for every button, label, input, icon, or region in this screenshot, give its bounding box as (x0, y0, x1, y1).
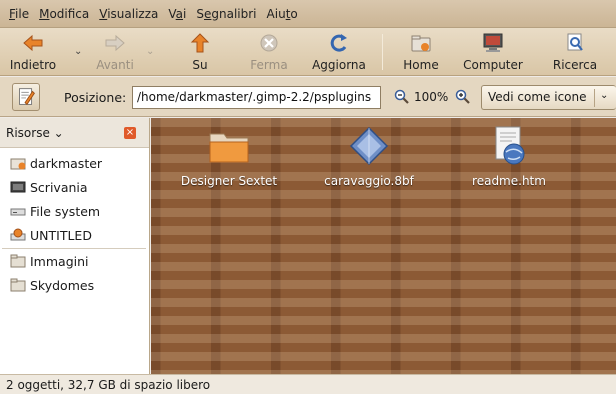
sidebar-header: Risorse ⌄ × (0, 118, 149, 148)
folder-icon (10, 278, 26, 292)
sidebar-item-file-system[interactable]: File system (10, 202, 100, 220)
home-folder-icon (411, 35, 431, 52)
stop-button[interactable]: Ferma (247, 32, 291, 72)
toolbar-separator (382, 34, 383, 70)
location-bar: Posizione: /home/darkmaster/.gimp-2.2/ps… (0, 77, 616, 117)
forward-arrow-icon (105, 34, 125, 52)
sidebar-item-scrivania[interactable]: Scrivania (10, 178, 88, 196)
back-arrow-icon (23, 34, 43, 52)
menubar: File Modifica Visualizza Vai Segnalibri … (0, 0, 616, 28)
forward-button[interactable]: Avanti (90, 32, 140, 72)
sidebar-item-skydomes[interactable]: Skydomes (10, 276, 94, 294)
forward-history-chevron-icon[interactable]: ⌄ (146, 46, 154, 57)
menu-visualizza[interactable]: Visualizza (94, 7, 163, 21)
toggle-location-button[interactable] (12, 83, 40, 111)
file-item-caravaggio[interactable]: caravaggio.8bf (309, 126, 429, 188)
file-view[interactable]: Designer Sextet caravaggio.8bf readme.ht… (151, 118, 616, 374)
location-label: Posizione: (64, 90, 127, 105)
edit-note-icon (19, 88, 35, 106)
zoom-in-icon[interactable] (455, 89, 471, 105)
sidebar-mode-select[interactable]: Risorse ⌄ (6, 126, 64, 140)
folder-icon (10, 254, 26, 268)
sidebar-item-untitled[interactable]: UNTITLED (10, 226, 92, 244)
sidebar: Risorse ⌄ × darkmaster Scrivania File sy… (0, 118, 150, 374)
sidebar-item-darkmaster[interactable]: darkmaster (10, 154, 102, 172)
toolbar: Indietro ⌄ Avanti ⌄ Su Ferma Aggiorna Ho… (0, 28, 616, 76)
up-arrow-icon (190, 33, 210, 53)
search-button[interactable]: Ricerca (550, 32, 600, 72)
menu-segnalibri[interactable]: Segnalibri (191, 7, 261, 21)
back-button[interactable]: Indietro (6, 32, 60, 72)
back-history-chevron-icon[interactable]: ⌄ (74, 46, 82, 57)
chevron-down-icon: ⌄ (600, 90, 609, 101)
zoom-out-icon[interactable] (394, 89, 410, 105)
menu-aiuto[interactable]: Aiuto (262, 7, 303, 21)
cdrom-icon (10, 228, 26, 241)
sidebar-divider (2, 248, 146, 249)
menu-file[interactable]: File (4, 7, 34, 21)
search-icon (567, 33, 583, 51)
desktop-icon (10, 181, 26, 193)
reload-button[interactable]: Aggiorna (311, 32, 367, 72)
menu-modifica[interactable]: Modifica (34, 7, 94, 21)
plugin-file-icon (349, 126, 389, 166)
folder-icon (209, 133, 249, 163)
zoom-level[interactable]: 100% (414, 90, 448, 104)
computer-icon (483, 33, 503, 52)
file-item-readme[interactable]: readme.htm (449, 126, 569, 188)
menu-vai[interactable]: Vai (163, 7, 191, 21)
view-select-separator (594, 89, 595, 107)
computer-button[interactable]: Computer (462, 32, 524, 72)
view-mode-value: Vedi come icone (488, 90, 587, 104)
file-item-designer-sextet[interactable]: Designer Sextet (169, 126, 289, 188)
home-button[interactable]: Home (400, 32, 442, 72)
stop-icon (260, 34, 278, 52)
drive-icon (10, 208, 26, 216)
home-folder-icon (10, 158, 26, 170)
location-input[interactable]: /home/darkmaster/.gimp-2.2/psplugins (132, 86, 381, 109)
reload-icon (330, 34, 347, 52)
sidebar-item-immagini[interactable]: Immagini (10, 252, 89, 270)
html-file-icon (495, 126, 525, 165)
up-button[interactable]: Su (180, 32, 220, 72)
view-mode-select[interactable]: Vedi come icone ⌄ (481, 85, 616, 110)
close-icon[interactable]: × (124, 127, 136, 139)
status-bar: 2 oggetti, 32,7 GB di spazio libero (0, 374, 616, 394)
